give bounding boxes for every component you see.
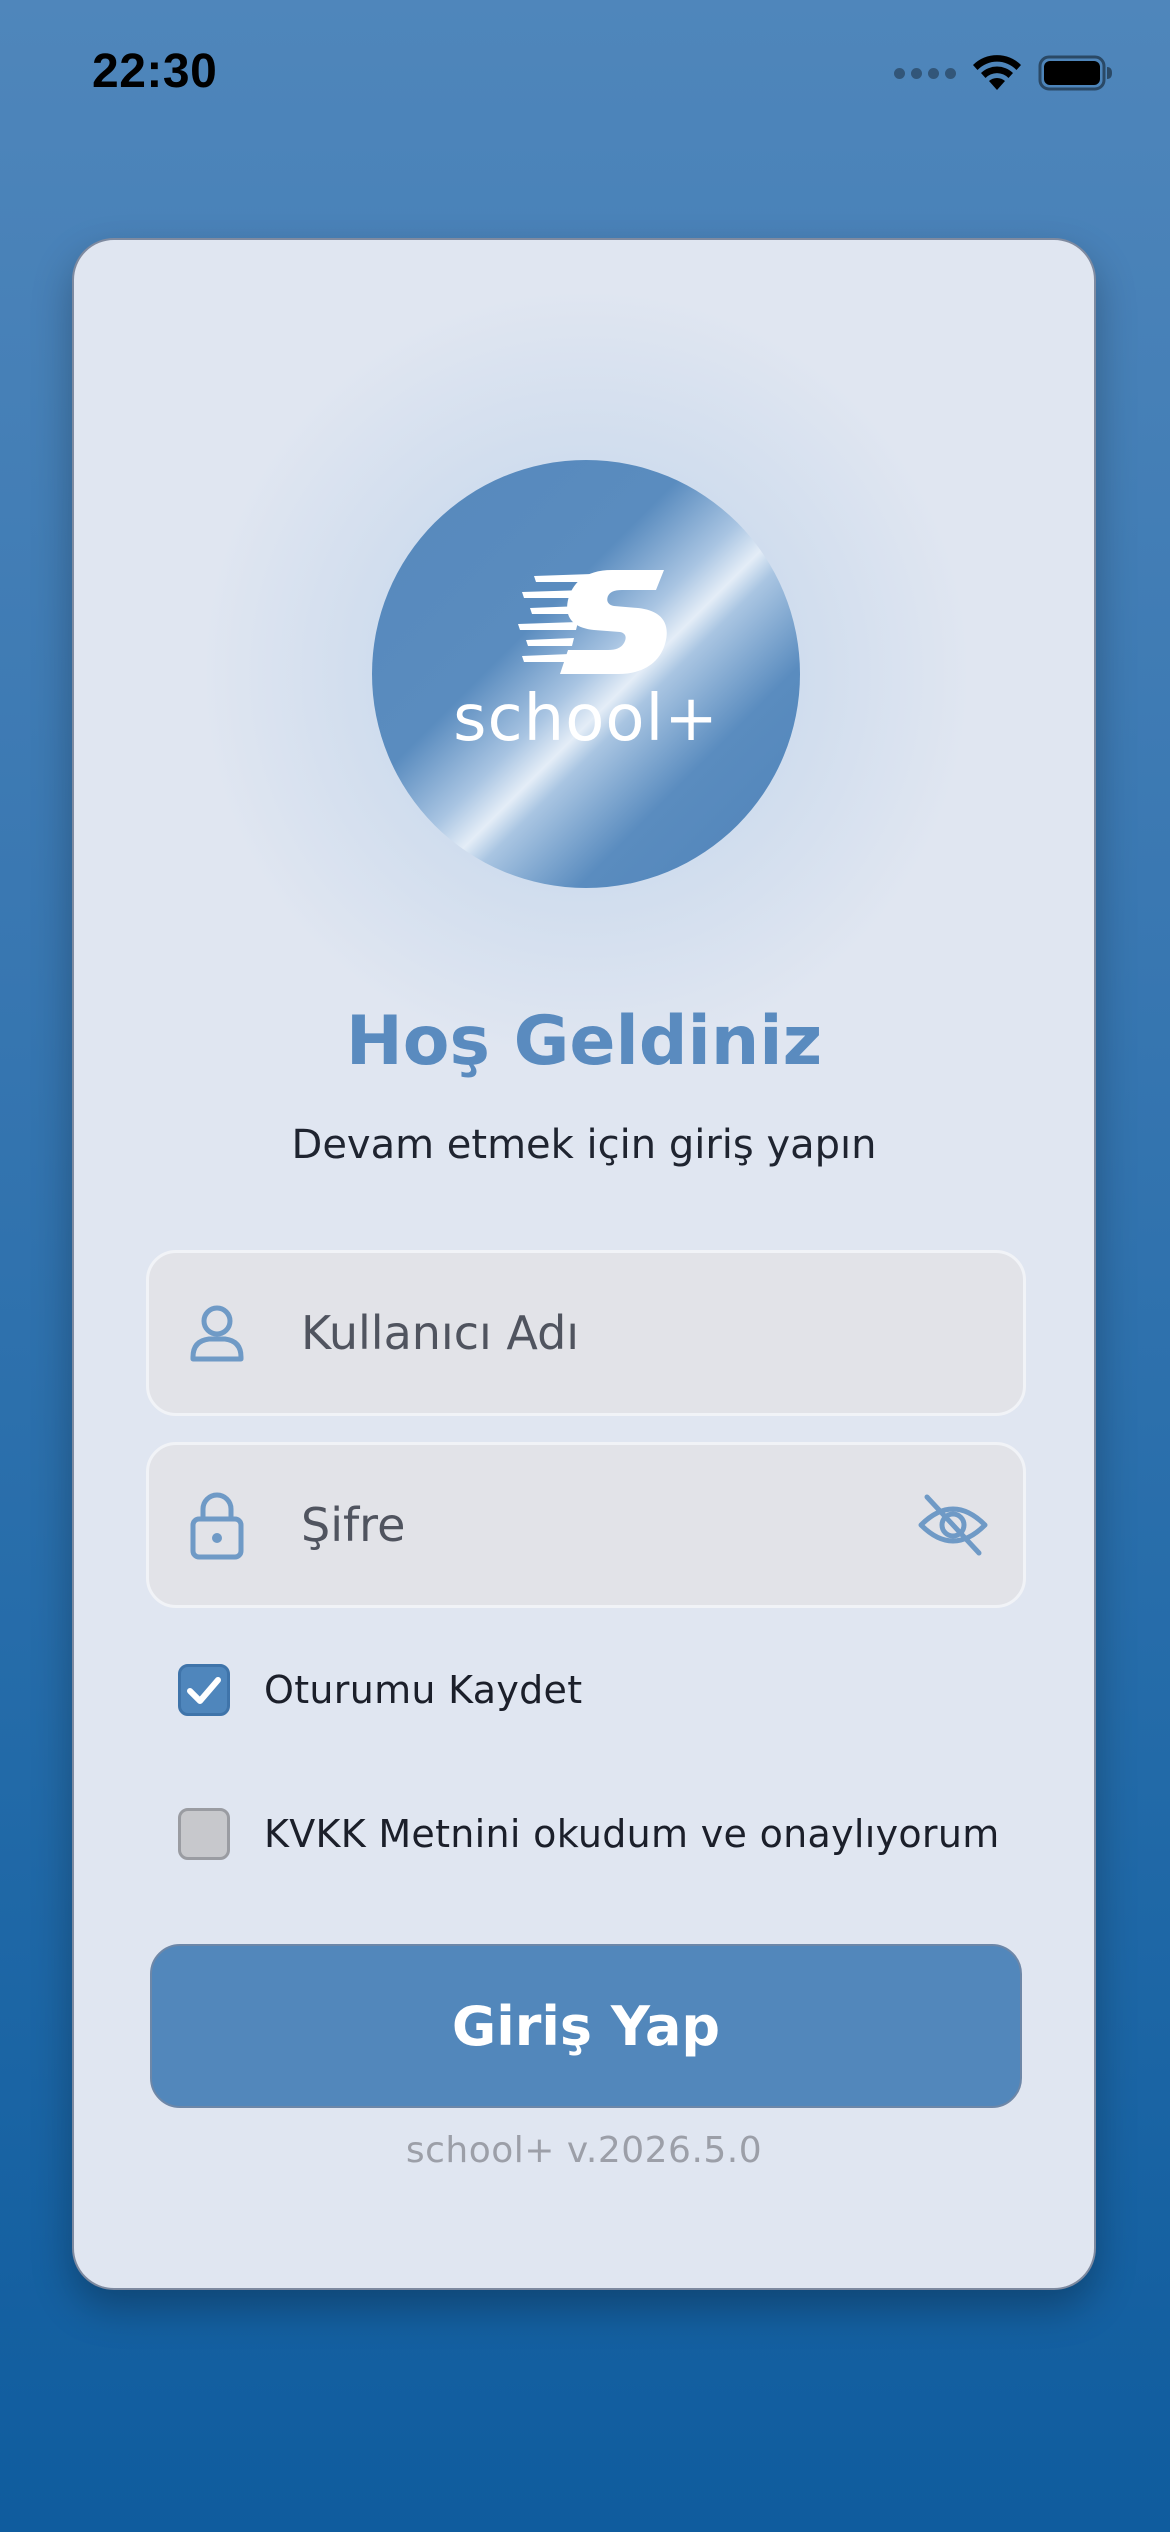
battery-icon bbox=[1038, 55, 1112, 91]
school-plus-logo: school+ bbox=[372, 460, 800, 888]
kvkk-consent-row[interactable]: KVKK Metnini okudum ve onaylıyorum bbox=[178, 1808, 1000, 1860]
page-subtitle: Devam etmek için giriş yapın bbox=[291, 1122, 877, 1168]
cellular-signal-icon bbox=[894, 67, 956, 79]
status-icons bbox=[894, 48, 1114, 98]
logo-text: school+ bbox=[453, 682, 719, 756]
login-button[interactable]: Giriş Yap bbox=[150, 1944, 1022, 2108]
lock-icon bbox=[190, 1492, 244, 1560]
username-field[interactable] bbox=[146, 1250, 1026, 1416]
checkmark-icon bbox=[187, 1677, 221, 1704]
login-card: school+ Hoş Geldiniz Devam etmek için gi… bbox=[72, 238, 1096, 2290]
eye-off-icon[interactable] bbox=[917, 1489, 989, 1561]
page-title: Hoş Geldiniz bbox=[345, 1002, 823, 1081]
app-version: school+ v.2026.5.0 bbox=[405, 2130, 763, 2171]
remember-me-row[interactable]: Oturumu Kaydet bbox=[178, 1664, 582, 1716]
password-input[interactable] bbox=[301, 1445, 861, 1605]
wifi-icon bbox=[973, 55, 1021, 90]
status-time: 22:30 bbox=[92, 45, 218, 98]
status-bar: 22:30 bbox=[0, 0, 1170, 150]
password-field[interactable] bbox=[146, 1442, 1026, 1608]
speed-s-icon bbox=[518, 570, 667, 674]
remember-me-label: Oturumu Kaydet bbox=[264, 1668, 583, 1712]
user-icon bbox=[190, 1305, 244, 1362]
kvkk-label: KVKK Metnini okudum ve onaylıyorum bbox=[264, 1812, 1000, 1856]
username-input[interactable] bbox=[301, 1253, 861, 1413]
remember-me-checkbox[interactable] bbox=[178, 1664, 230, 1716]
kvkk-checkbox[interactable] bbox=[178, 1808, 230, 1860]
